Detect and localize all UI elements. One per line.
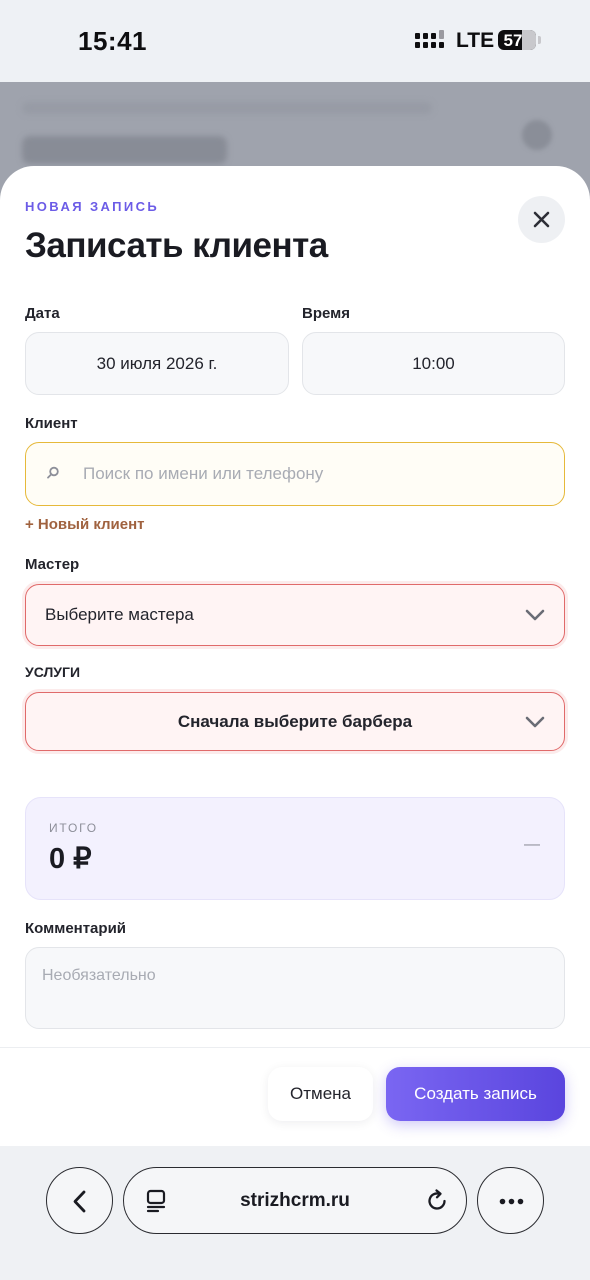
backdrop-blurred-button: [522, 120, 552, 150]
more-icon: [499, 1198, 524, 1205]
close-icon: [533, 211, 550, 228]
reload-icon[interactable]: [424, 1188, 450, 1214]
network-type: LTE: [456, 29, 495, 52]
browser-toolbar: strizhcrm.ru: [0, 1146, 590, 1280]
date-label: Дата: [25, 305, 60, 322]
date-value: 30 июля 2026 г.: [96, 353, 218, 373]
battery-icon: 57: [498, 30, 536, 50]
services-select[interactable]: Сначала выберите барбера: [25, 692, 565, 751]
create-booking-button[interactable]: Создать запись: [386, 1067, 565, 1121]
battery-tip: [538, 36, 541, 44]
backdrop-blurred-title: [22, 136, 227, 164]
services-label: УСЛУГИ: [25, 664, 81, 680]
close-button[interactable]: [518, 196, 565, 243]
time-value: 10:00: [412, 353, 455, 373]
comment-label: Комментарий: [25, 920, 127, 937]
client-search-input[interactable]: Поиск по имени или телефону: [25, 442, 565, 506]
booking-sheet: НОВАЯ ЗАПИСЬ Записать клиента Дата Время…: [0, 166, 590, 1146]
back-button[interactable]: [46, 1167, 113, 1234]
backdrop-blurred-line: [22, 102, 432, 114]
total-dash: —: [524, 836, 540, 853]
footer-divider: [0, 1047, 590, 1048]
url-text: strizhcrm.ru: [240, 1190, 350, 1211]
cancel-button[interactable]: Отмена: [268, 1067, 373, 1121]
date-field[interactable]: 30 июля 2026 г.: [25, 332, 289, 395]
chevron-down-icon: [525, 609, 545, 621]
comment-textarea[interactable]: Необязательно: [25, 947, 565, 1029]
signal-icon: [415, 30, 444, 48]
services-select-value: Сначала выберите барбера: [177, 712, 413, 731]
sheet-eyebrow: НОВАЯ ЗАПИСЬ: [25, 199, 160, 214]
total-card: ИТОГО 0 ₽ —: [25, 797, 565, 900]
chevron-down-icon: [525, 716, 545, 728]
master-select[interactable]: Выберите мастера: [25, 584, 565, 646]
comment-placeholder: Необязательно: [42, 967, 156, 984]
new-client-link[interactable]: + Новый клиент: [25, 516, 145, 533]
address-bar[interactable]: strizhcrm.ru: [123, 1167, 467, 1234]
master-label: Мастер: [25, 556, 80, 573]
client-search-placeholder: Поиск по имени или телефону: [83, 464, 324, 483]
time-field[interactable]: 10:00: [302, 332, 565, 395]
time-label: Время: [302, 305, 350, 322]
status-time: 15:41: [78, 26, 147, 56]
chevron-left-icon: [73, 1190, 86, 1213]
status-bar: 15:41 LTE 57: [0, 0, 590, 82]
total-value: 0 ₽: [49, 843, 92, 875]
total-label: ИТОГО: [49, 821, 98, 835]
battery-level: 57: [503, 31, 523, 50]
master-select-value: Выберите мастера: [45, 605, 194, 624]
client-label: Клиент: [25, 415, 78, 432]
search-icon: [47, 466, 59, 479]
sheet-title: Записать клиента: [25, 226, 328, 265]
more-menu-button[interactable]: [477, 1167, 544, 1234]
